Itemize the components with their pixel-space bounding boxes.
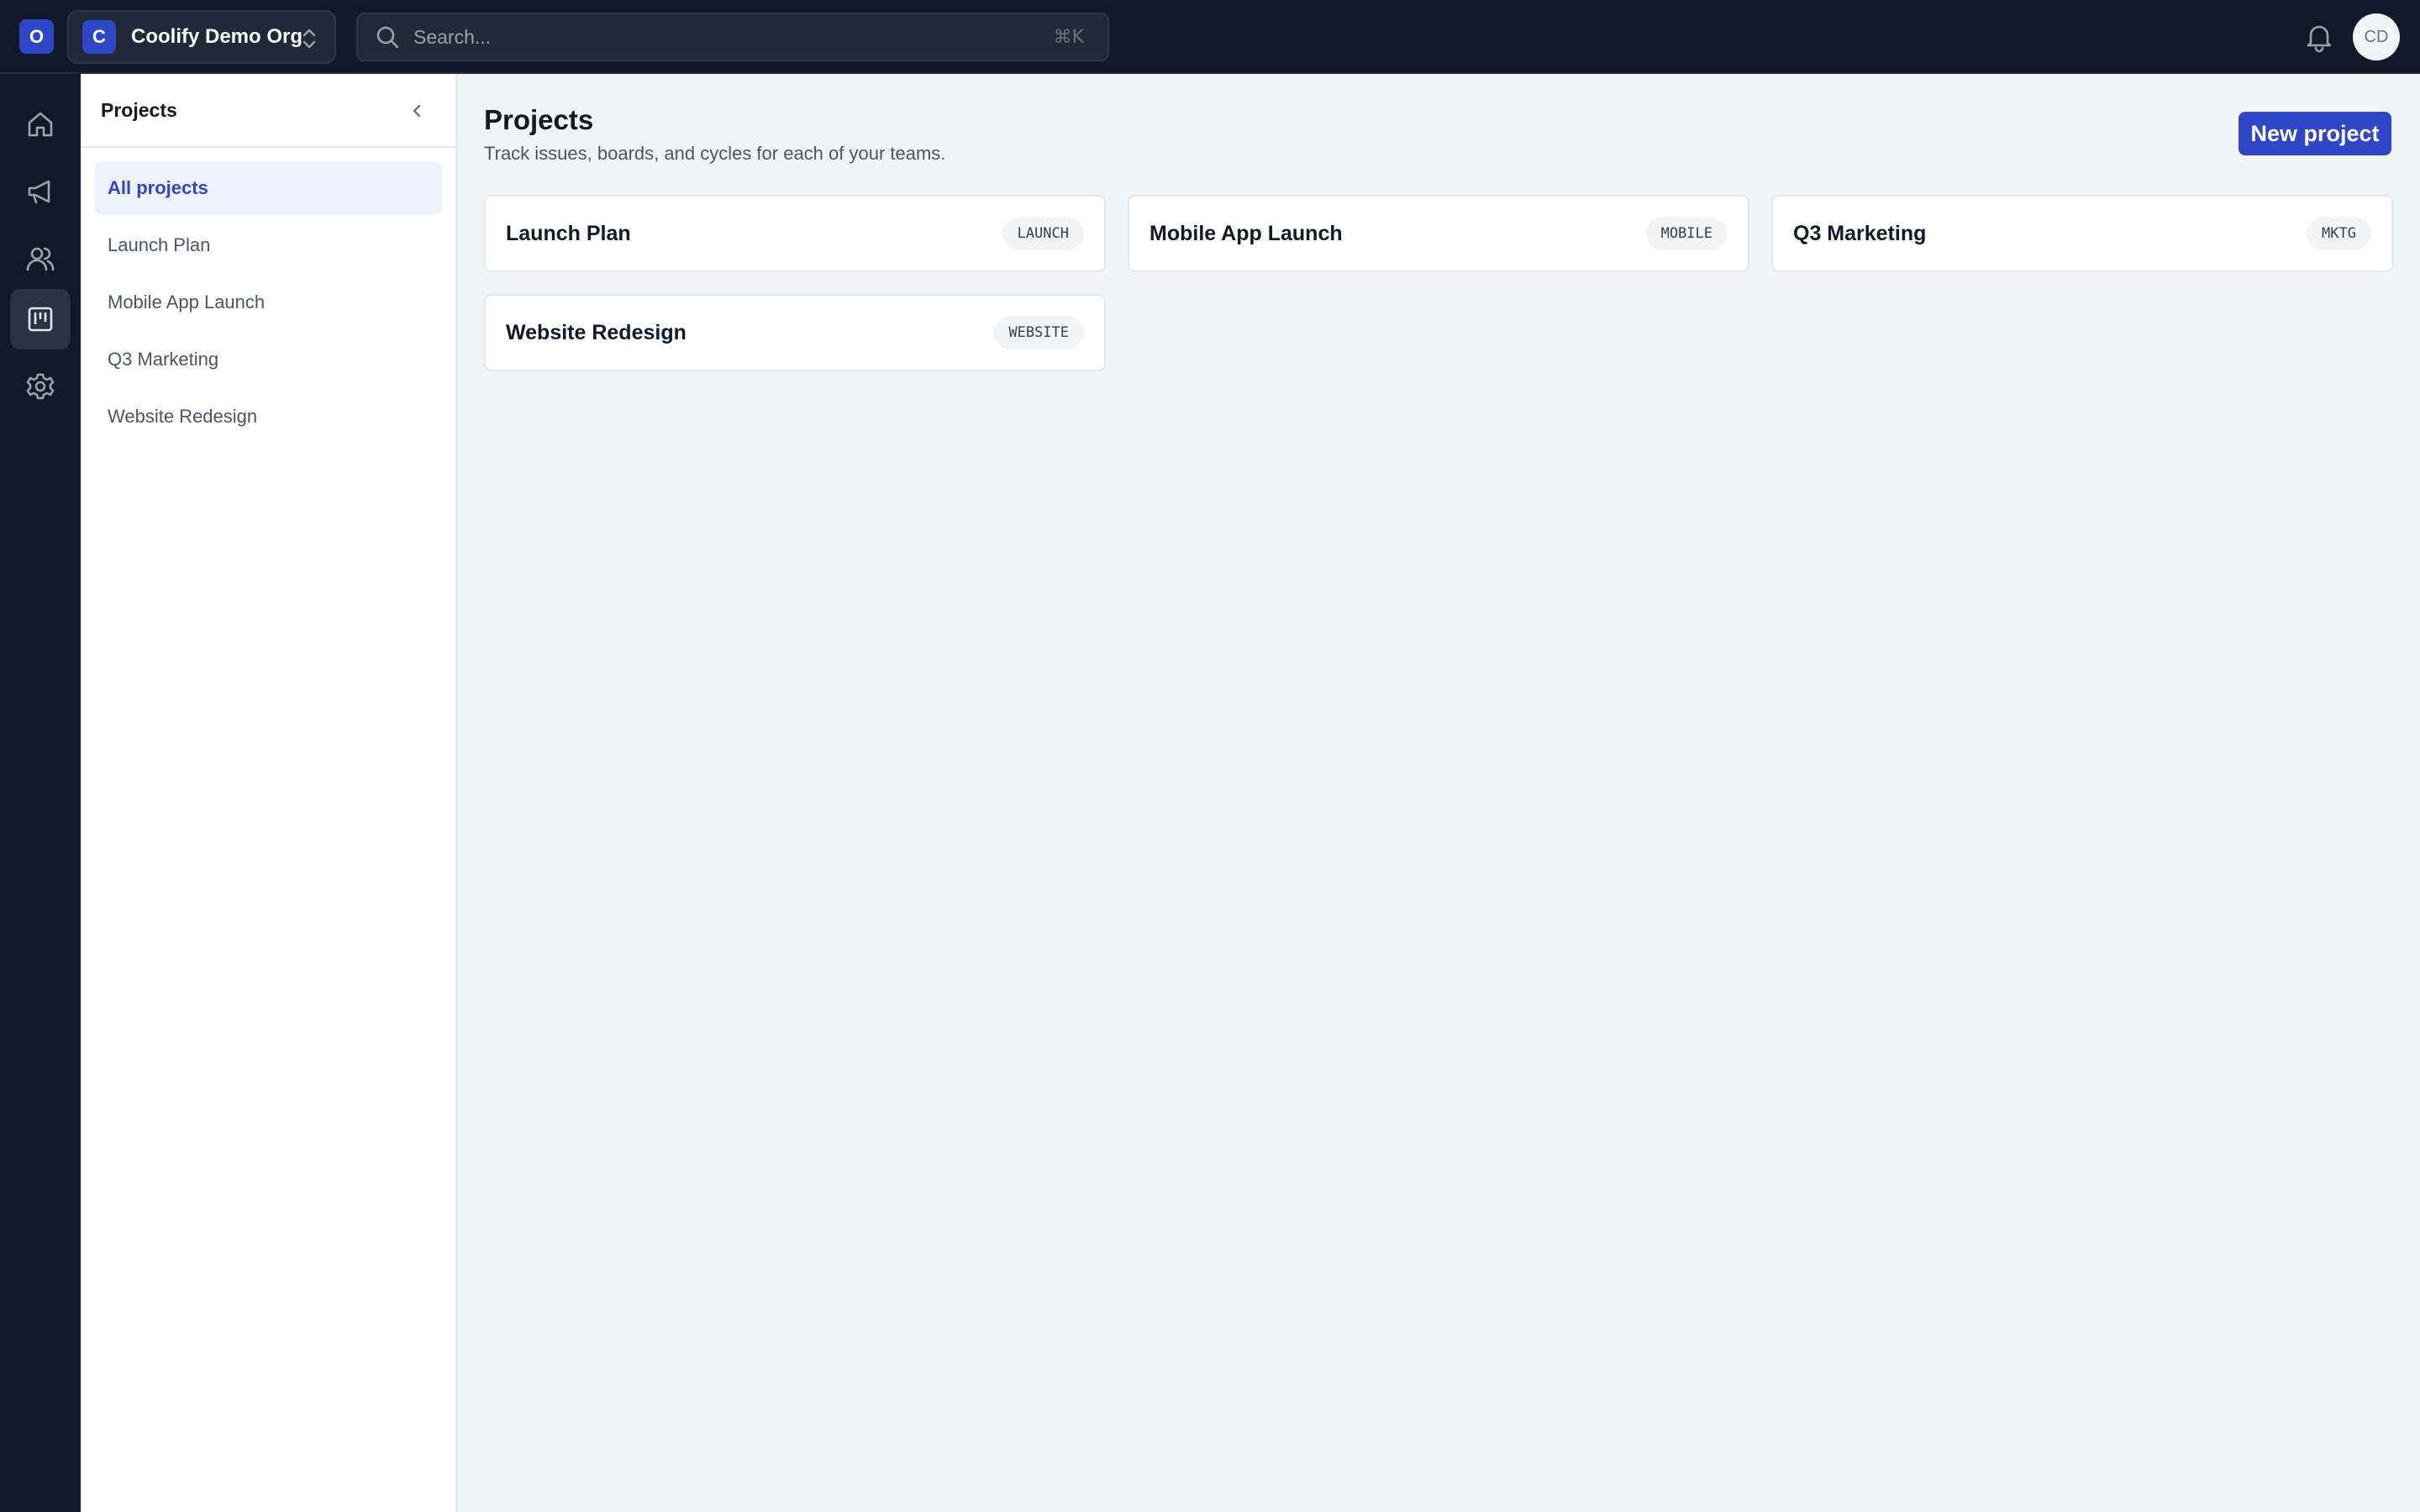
project-card[interactable]: Q3 Marketing MKTG [1771,195,2393,272]
rail-announcements[interactable] [10,161,71,222]
chevron-up-down-icon [302,29,316,49]
sidebar-title: Projects [101,99,177,121]
search-input[interactable]: Search... ⌘K [356,13,1109,61]
org-name: Coolify Demo Org [131,25,303,48]
users-icon [26,247,55,271]
project-key-badge: LAUNCH [1002,217,1084,250]
new-project-button[interactable]: New project [2238,112,2391,155]
collapse-sidebar-button[interactable] [402,96,432,126]
search-placeholder: Search... [413,25,492,48]
project-name: Website Redesign [506,320,687,344]
sidebar-nav: All projects Launch Plan Mobile App Laun… [94,161,442,447]
sidebar-item-mobile-app-launch[interactable]: Mobile App Launch [94,276,442,329]
rail-teams[interactable] [10,228,71,289]
search-icon [376,26,399,49]
project-card[interactable]: Website Redesign WEBSITE [484,294,1106,371]
org-switcher[interactable]: C Coolify Demo Org [67,10,336,64]
icon-rail [0,74,81,1512]
sidebar-item-q3-marketing[interactable]: Q3 Marketing [94,333,442,386]
project-name: Launch Plan [506,221,631,245]
main-content: Projects Track issues, boards, and cycle… [457,74,2420,1512]
project-key-badge: MOBILE [1645,217,1728,250]
megaphone-icon [28,180,50,204]
project-card[interactable]: Mobile App Launch MOBILE [1128,195,1749,272]
org-badge[interactable]: O [19,19,54,54]
projects-sidebar: Projects All projects Launch Plan Mobile… [81,74,457,1512]
project-key-badge: MKTG [2307,217,2371,250]
project-name: Q3 Marketing [1793,221,1927,245]
rail-projects[interactable] [10,289,71,349]
rail-home[interactable] [10,94,71,155]
sidebar-item-launch-plan[interactable]: Launch Plan [94,218,442,272]
board-icon [28,307,53,332]
project-name: Mobile App Launch [1150,221,1343,245]
bell-icon[interactable] [2302,20,2336,54]
page-title: Projects [484,104,594,135]
search-shortcut: ⌘K [1053,27,1084,48]
chevron-left-icon [413,104,421,118]
user-avatar[interactable]: CD [2353,13,2400,60]
top-bar: O C Coolify Demo Org Search... ⌘K CD [0,0,2420,74]
gear-icon [26,373,55,400]
org-avatar: C [82,20,116,54]
sidebar-item-website-redesign[interactable]: Website Redesign [94,390,442,444]
home-icon [28,112,53,137]
project-key-badge: WEBSITE [993,316,1084,349]
rail-settings[interactable] [10,356,71,417]
project-card[interactable]: Launch Plan LAUNCH [484,195,1106,272]
page-subtitle: Track issues, boards, and cycles for eac… [484,143,946,164]
project-grid: Launch Plan LAUNCH Mobile App Launch MOB… [484,195,2393,371]
sidebar-item-all-projects[interactable]: All projects [94,161,442,215]
sidebar-header: Projects [81,74,455,148]
